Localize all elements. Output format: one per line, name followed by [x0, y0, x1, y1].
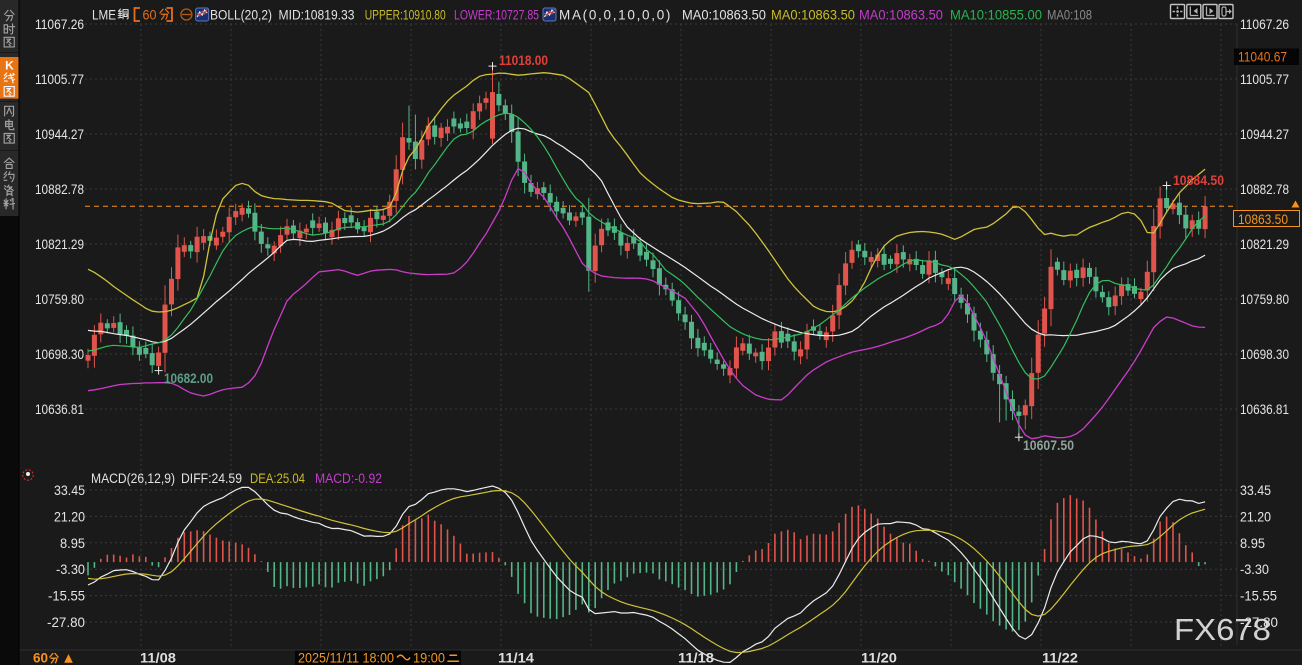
- svg-text:MID:10819.33: MID:10819.33: [279, 8, 355, 23]
- svg-text:10884.50: 10884.50: [1173, 173, 1224, 188]
- svg-text:LOWER:10727.85: LOWER:10727.85: [454, 8, 539, 23]
- svg-text:-15.55: -15.55: [1240, 588, 1277, 604]
- svg-text:DIFF:24.59: DIFF:24.59: [181, 471, 242, 486]
- svg-text:11040.67: 11040.67: [1238, 49, 1287, 65]
- svg-text:8.95: 8.95: [1240, 535, 1265, 551]
- svg-text:-27.80: -27.80: [47, 614, 85, 630]
- svg-text:11005.77: 11005.77: [1240, 71, 1289, 87]
- svg-text:FX678: FX678: [1174, 613, 1271, 647]
- svg-text:10882.78: 10882.78: [1240, 181, 1289, 197]
- svg-text:LME: LME: [92, 8, 116, 23]
- svg-text:10944.27: 10944.27: [35, 126, 84, 142]
- svg-text:MA0:108: MA0:108: [1047, 8, 1092, 23]
- svg-text:10821.29: 10821.29: [1240, 236, 1289, 252]
- svg-text:11/20: 11/20: [861, 651, 897, 665]
- svg-text:8.95: 8.95: [60, 535, 85, 551]
- svg-text:-3.30: -3.30: [1240, 561, 1269, 577]
- svg-text:10682.00: 10682.00: [164, 371, 213, 386]
- svg-text:11/14: 11/14: [498, 651, 535, 665]
- svg-text:2025/11/11 18:00: 2025/11/11 18:00: [298, 651, 394, 665]
- svg-text:11/18: 11/18: [678, 651, 715, 665]
- svg-text:10759.80: 10759.80: [1240, 291, 1289, 307]
- svg-text:11018.00: 11018.00: [499, 53, 548, 68]
- svg-text:MA0:10863.50: MA0:10863.50: [682, 8, 766, 23]
- svg-text:21.20: 21.20: [1240, 508, 1271, 524]
- svg-text:11/22: 11/22: [1042, 651, 1078, 665]
- svg-text:11067.26: 11067.26: [35, 16, 84, 32]
- svg-text:60: 60: [143, 8, 157, 23]
- svg-text:MA(0,0,10,0,0): MA(0,0,10,0,0): [559, 8, 672, 23]
- svg-text:11/08: 11/08: [140, 651, 177, 665]
- svg-text:21.20: 21.20: [54, 508, 85, 524]
- svg-text:K: K: [5, 59, 14, 73]
- svg-text:MA0:10863.50: MA0:10863.50: [859, 8, 943, 23]
- svg-text:MACD:-0.92: MACD:-0.92: [315, 471, 382, 486]
- svg-text:10698.30: 10698.30: [35, 346, 84, 362]
- svg-text:11005.77: 11005.77: [35, 71, 84, 87]
- svg-text:-3.30: -3.30: [56, 561, 85, 577]
- svg-text:33.45: 33.45: [54, 482, 85, 498]
- svg-text:BOLL(20,2): BOLL(20,2): [210, 8, 272, 23]
- svg-text:11067.26: 11067.26: [1240, 16, 1289, 32]
- svg-text:10698.30: 10698.30: [1240, 346, 1289, 362]
- svg-text:60: 60: [33, 651, 48, 665]
- svg-text:10821.29: 10821.29: [35, 236, 84, 252]
- svg-text:10759.80: 10759.80: [35, 291, 84, 307]
- svg-text:MA10:10855.00: MA10:10855.00: [950, 8, 1042, 23]
- svg-text:MA0:10863.50: MA0:10863.50: [771, 8, 855, 23]
- svg-text:DEA:25.04: DEA:25.04: [250, 471, 305, 486]
- svg-text:33.45: 33.45: [1240, 482, 1271, 498]
- svg-text:10607.50: 10607.50: [1023, 438, 1074, 453]
- svg-text:-15.55: -15.55: [48, 588, 85, 604]
- svg-text:MACD(26,12,9): MACD(26,12,9): [91, 471, 175, 486]
- svg-text:19:00: 19:00: [413, 651, 445, 665]
- svg-text:10636.81: 10636.81: [35, 401, 84, 417]
- svg-text:UPPER:10910.80: UPPER:10910.80: [365, 8, 446, 23]
- svg-text:10863.50: 10863.50: [1238, 211, 1288, 227]
- svg-text:10882.78: 10882.78: [35, 181, 84, 197]
- svg-text:10636.81: 10636.81: [1240, 401, 1289, 417]
- svg-text:10944.27: 10944.27: [1240, 126, 1289, 142]
